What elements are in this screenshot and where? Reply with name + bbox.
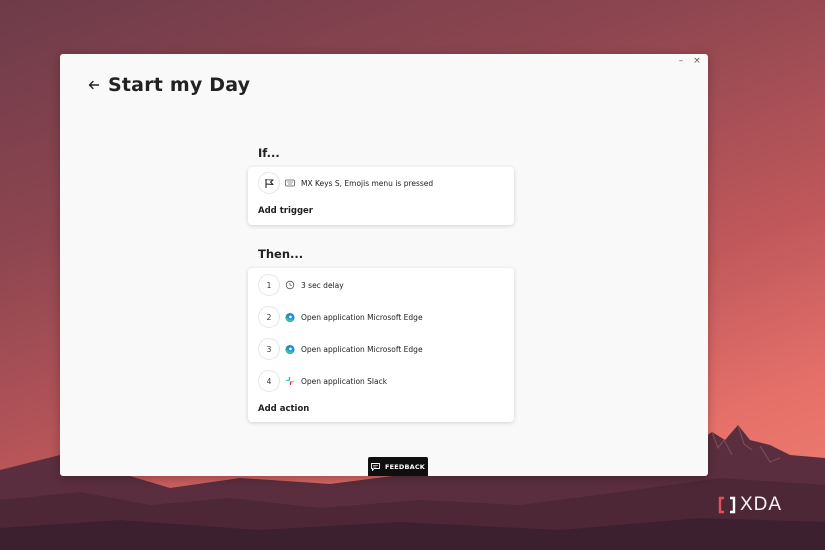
- action-number: 1: [258, 274, 280, 296]
- action-row[interactable]: 3 Open application Microsoft Edge: [258, 338, 423, 360]
- feedback-label: FEEDBACK: [384, 462, 426, 471]
- action-text: Open application Slack: [301, 376, 388, 386]
- flag-icon: [264, 178, 274, 188]
- xda-logo-icon: [718, 496, 736, 514]
- xda-watermark: XDA: [718, 494, 782, 516]
- minimize-button[interactable]: –: [676, 56, 686, 66]
- if-section-label: If...: [258, 146, 280, 160]
- clock-icon: [285, 280, 295, 290]
- microsoft-edge-icon: [285, 312, 295, 322]
- page-header: Start my Day: [88, 74, 250, 96]
- trigger-card: MX Keys S, Emojis menu is pressed Add tr…: [248, 167, 514, 225]
- action-row[interactable]: 2 Open application Microsoft Edge: [258, 306, 423, 328]
- feedback-button[interactable]: FEEDBACK: [368, 457, 428, 476]
- page-title: Start my Day: [108, 74, 251, 96]
- action-row[interactable]: 4 Open application Slack: [258, 370, 387, 392]
- trigger-text: MX Keys S, Emojis menu is pressed: [301, 178, 434, 188]
- action-text: Open application Microsoft Edge: [301, 312, 423, 322]
- then-section-label: Then...: [258, 247, 304, 261]
- microsoft-edge-icon: [285, 344, 295, 354]
- trigger-row[interactable]: MX Keys S, Emojis menu is pressed: [258, 172, 433, 194]
- add-action-link[interactable]: Add action: [258, 404, 309, 414]
- action-number: 3: [258, 338, 280, 360]
- desktop-background: – × Start my Day If... MX Keys S, Emojis…: [0, 0, 825, 550]
- action-number: 2: [258, 306, 280, 328]
- close-button[interactable]: ×: [692, 56, 702, 66]
- action-text: 3 sec delay: [301, 280, 344, 290]
- actions-card: 1 3 sec delay 2 Open application Microso…: [248, 268, 514, 422]
- xda-watermark-text: XDA: [740, 494, 783, 515]
- trigger-icon-circle: [258, 172, 280, 194]
- action-row[interactable]: 1 3 sec delay: [258, 274, 344, 296]
- app-window: – × Start my Day If... MX Keys S, Emojis…: [60, 54, 708, 476]
- add-trigger-link[interactable]: Add trigger: [258, 206, 313, 216]
- window-controls: – ×: [676, 56, 702, 66]
- feedback-chat-icon: [370, 462, 380, 471]
- action-text: Open application Microsoft Edge: [301, 344, 423, 354]
- action-number: 4: [258, 370, 280, 392]
- back-arrow-icon[interactable]: [88, 79, 100, 91]
- slack-icon: [285, 376, 295, 386]
- keyboard-icon: [285, 178, 295, 188]
